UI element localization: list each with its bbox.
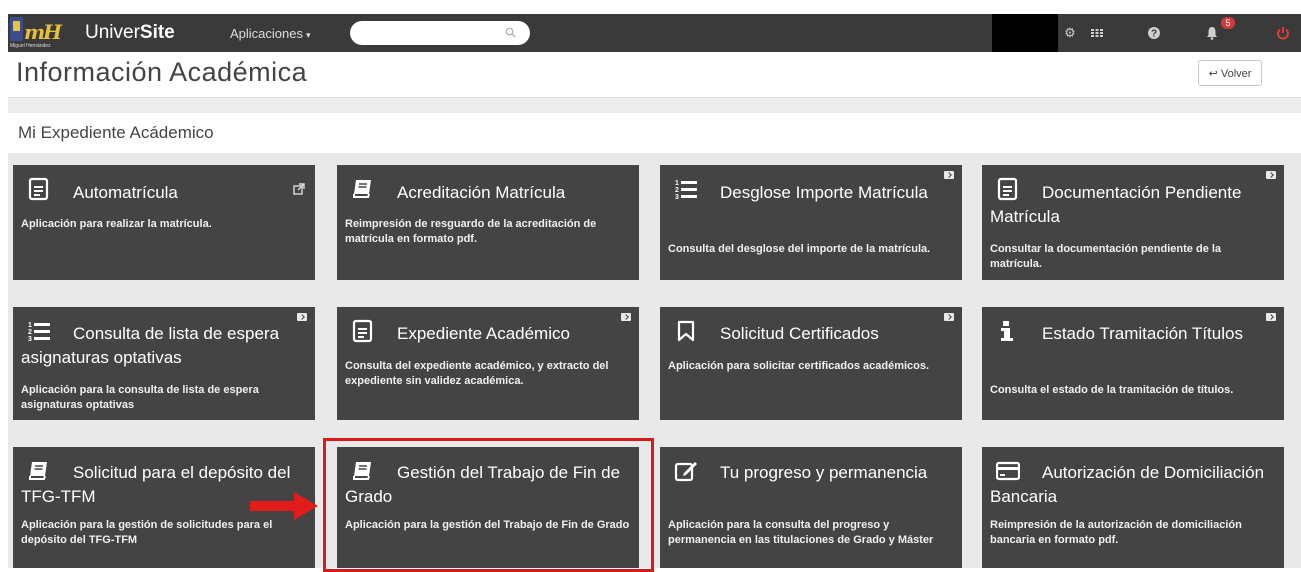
notification-badge: 5	[1221, 17, 1235, 29]
brand-name[interactable]: UniverSite	[85, 22, 175, 44]
search-input[interactable]	[350, 21, 530, 45]
page-title: Información Académica	[16, 57, 308, 87]
university-logo[interactable]: mH Miguel Hernández	[8, 14, 70, 52]
section-title: Mi Expediente Acádemico	[18, 123, 214, 142]
tile-description: Aplicación para la consulta del progreso…	[668, 519, 934, 546]
section-header: Mi Expediente Acádemico	[8, 113, 1301, 153]
login-arrow-icon	[621, 313, 631, 321]
caret-down-icon: ▾	[306, 30, 311, 40]
tile-description: Consulta del desglose del importe de la …	[668, 243, 931, 255]
back-button[interactable]: ↩ Volver	[1198, 60, 1262, 86]
divider-band	[8, 98, 1301, 113]
tile-description: Aplicación para la gestión de solicitude…	[21, 519, 273, 546]
search-icon[interactable]	[505, 27, 516, 38]
apps-menu[interactable]: Aplicaciones ▾	[230, 26, 311, 41]
tile-title: Estado Tramitación Títulos	[1042, 324, 1243, 343]
brand-prefix: Univer	[85, 22, 140, 43]
logo-monogram: mH	[24, 20, 62, 44]
tile-title: Consulta de lista de espera asignaturas …	[21, 324, 280, 367]
tile-documentacion-pendiente[interactable]: Documentación Pendiente Matrícula Consul…	[982, 165, 1284, 280]
tile-title: Autorización de Domiciliación Bancaria	[990, 463, 1265, 506]
tile-lista-espera[interactable]: 123 Consulta de lista de espera asignatu…	[13, 307, 315, 420]
tile-description: Aplicación para la consulta de lista de …	[21, 384, 259, 411]
tile-title: Tu progreso y permanencia	[720, 463, 928, 482]
logo-shield-icon	[10, 17, 23, 41]
tile-title: Automatrícula	[73, 183, 178, 202]
tile-description: Consulta del expediente académico, y ext…	[345, 360, 609, 387]
document-icon	[28, 177, 49, 201]
tile-title: Expediente Académico	[397, 324, 570, 343]
tile-title: Desglose Importe Matrícula	[720, 183, 928, 202]
apps-menu-label: Aplicaciones	[230, 26, 303, 41]
tile-description: Consulta el estado de la tramitación de …	[990, 384, 1234, 396]
tile-acreditacion-matricula[interactable]: Acreditación Matrícula Reimpresión de re…	[337, 165, 639, 280]
back-arrow-icon: ↩	[1208, 68, 1218, 80]
gear-icon[interactable]: ⚙	[1062, 25, 1078, 41]
bookmark-icon	[677, 320, 695, 342]
tile-expediente-academico[interactable]: Expediente Académico Consulta del expedi…	[337, 307, 639, 420]
grid-icon[interactable]	[1089, 25, 1105, 41]
back-button-label: Volver	[1220, 68, 1252, 80]
login-arrow-icon	[944, 313, 954, 321]
tile-domiciliacion-bancaria[interactable]: Autorización de Domiciliación Bancaria R…	[982, 447, 1284, 568]
highlight-box	[323, 438, 654, 572]
tile-description: Reimpresión de la autorización de domici…	[990, 519, 1242, 546]
brand-bold: Site	[139, 22, 175, 43]
login-arrow-icon	[297, 313, 307, 321]
top-navbar: mH Miguel Hernández UniverSite Aplicacio…	[8, 14, 1301, 52]
help-icon[interactable]: ?	[1146, 25, 1162, 41]
tile-description: Aplicación para solicitar certificados a…	[668, 360, 930, 372]
tile-description: Aplicación para realizar la matrícula.	[21, 218, 212, 230]
tile-title: Documentación Pendiente Matrícula	[990, 183, 1242, 226]
svg-text:?: ?	[1151, 29, 1157, 40]
book-icon	[353, 180, 371, 198]
pointer-arrow-icon	[250, 492, 318, 520]
document-icon	[352, 319, 373, 343]
tile-automatricula[interactable]: Automatrícula Aplicación para realizar l…	[13, 165, 315, 280]
login-arrow-icon	[1266, 171, 1276, 179]
tile-progreso-permanencia[interactable]: Tu progreso y permanencia Aplicación par…	[660, 447, 962, 568]
tile-description: Reimpresión de resguardo de la acreditac…	[345, 218, 597, 245]
external-link-icon[interactable]	[293, 183, 305, 195]
power-icon[interactable]	[1275, 25, 1291, 41]
page-header: Información Académica ↩ Volver	[8, 52, 1301, 98]
logo-caption: Miguel Hernández	[10, 43, 51, 49]
tile-title: Solicitud Certificados	[720, 324, 879, 343]
tile-title: Acreditación Matrícula	[397, 183, 566, 202]
tile-description: Consultar la documentación pendiente de …	[990, 243, 1222, 270]
login-arrow-icon	[944, 171, 954, 179]
login-arrow-icon	[1266, 313, 1276, 321]
redacted-user-area	[992, 14, 1058, 52]
tile-solicitud-certificados[interactable]: Solicitud Certificados Aplicación para s…	[660, 307, 962, 420]
tile-desglose-importe[interactable]: 123 Desglose Importe Matrícula Consulta …	[660, 165, 962, 280]
bell-icon[interactable]	[1204, 25, 1220, 41]
tile-estado-titulos[interactable]: Estado Tramitación Títulos Consulta el e…	[982, 307, 1284, 420]
